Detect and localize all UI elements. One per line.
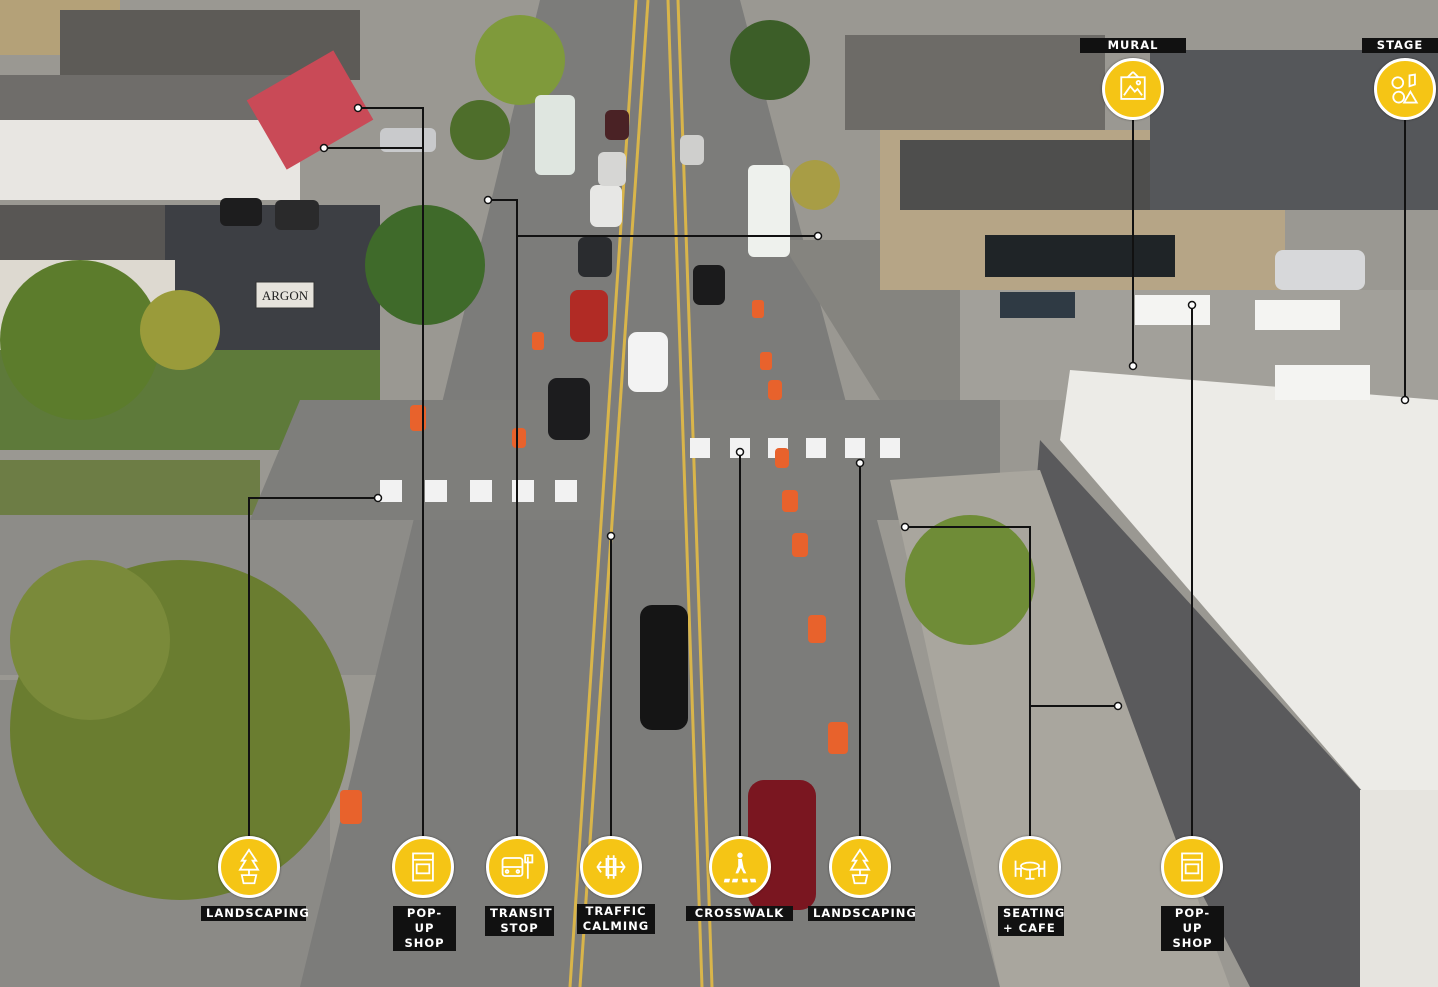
popup-right-kiosk-icon[interactable] — [1161, 836, 1223, 898]
transit-bus-stop-icon[interactable] — [486, 836, 548, 898]
label-landscaping-right: LANDSCAPING — [808, 906, 916, 921]
intersection — [250, 400, 1000, 520]
label-popup-right: POP-UP SHOP — [1161, 906, 1224, 951]
label-mural: MURAL — [1080, 38, 1186, 53]
label-seating-cafe: SEATING + CAFE — [998, 906, 1064, 936]
label-landscaping-left: LANDSCAPING — [201, 906, 309, 921]
label-traffic-calming: TRAFFIC CALMING — [577, 904, 655, 934]
building-front — [1360, 790, 1438, 987]
building-right-windows — [985, 235, 1175, 277]
stage-music-art-icon[interactable] — [1374, 58, 1436, 120]
label-popup-left: POP-UP SHOP — [393, 906, 456, 951]
crosswalk-pedestrian-icon[interactable] — [709, 836, 771, 898]
label-transit-stop: TRANSIT STOP — [485, 906, 554, 936]
building-right-top — [845, 35, 1105, 130]
landscaping-right-tree-icon[interactable] — [829, 836, 891, 898]
popup-left-kiosk-icon[interactable] — [392, 836, 454, 898]
lawn-left-lower — [0, 460, 260, 520]
building-storefront-roof — [0, 75, 290, 120]
label-crosswalk: CROSSWALK — [686, 906, 793, 921]
label-stage: STAGE — [1362, 38, 1438, 53]
landscaping-left-tree-icon[interactable] — [218, 836, 280, 898]
seating-cafe-table-icon[interactable] — [999, 836, 1061, 898]
traffic-calming-icon[interactable] — [580, 836, 642, 898]
business-sign-text: ARGON — [262, 288, 309, 303]
mural-picture-frame-icon[interactable] — [1102, 58, 1164, 120]
